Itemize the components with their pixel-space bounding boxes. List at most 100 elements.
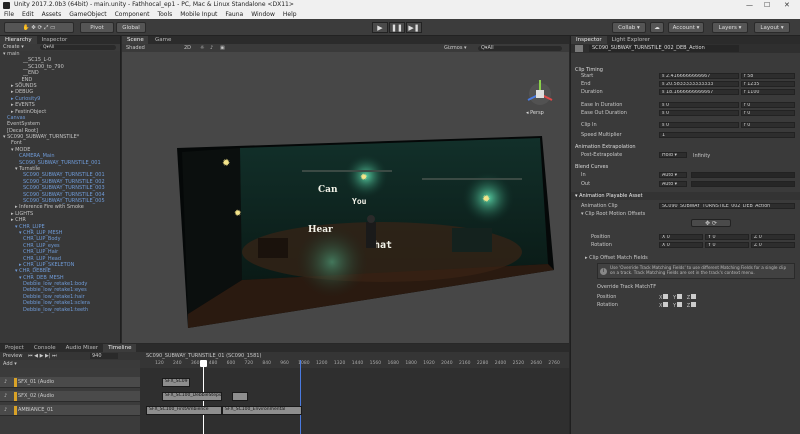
playhead-handle[interactable]	[200, 360, 207, 367]
checkbox-x[interactable]	[663, 302, 669, 307]
playable-asset-header-bar[interactable]: ▾ Animation Playable Asset	[571, 192, 800, 200]
tab-console[interactable]: Console	[29, 344, 61, 352]
frame-input[interactable]: 940	[90, 353, 118, 359]
clip-root-motion-header[interactable]: ▾ Clip Root Motion Offsets	[581, 211, 645, 217]
tab-project[interactable]: Project	[0, 344, 29, 352]
effects-toggle-icon[interactable]: ▣	[220, 44, 225, 52]
duration-seconds-field[interactable]: s 18.1666666666667	[659, 89, 739, 95]
menu-gameobject[interactable]: GameObject	[69, 10, 106, 19]
rotate-offset-icon[interactable]: ⟳	[712, 220, 717, 227]
perspective-label[interactable]: ◂ Persp	[526, 110, 544, 116]
speed-multiplier-field[interactable]: 1	[659, 132, 795, 138]
pause-button[interactable]: ❚❚	[389, 22, 405, 33]
create-dropdown[interactable]: Create ▾	[3, 44, 24, 50]
2d-toggle[interactable]: 2D	[184, 44, 191, 52]
light-gizmo-icon[interactable]: ✹	[360, 173, 368, 183]
tab-light-explorer[interactable]: Light Explorer	[607, 36, 655, 44]
checkbox-z[interactable]	[691, 294, 697, 299]
offset-tools[interactable]: ✥ ⟳	[691, 219, 731, 227]
light-gizmo-icon[interactable]: ✹	[222, 158, 230, 169]
step-button[interactable]: ▶❚	[406, 22, 422, 33]
timeline-play-icon[interactable]: ▶	[40, 353, 44, 359]
last-frame-icon[interactable]: ⏭	[52, 353, 57, 359]
tab-inspector[interactable]: Inspector	[571, 36, 607, 44]
rotate-tool-icon[interactable]: ⟳	[38, 25, 43, 31]
blend-out-curve[interactable]	[691, 181, 795, 187]
clip-offset-match-header[interactable]: ▸ Clip Offset Match Fields	[585, 255, 648, 261]
offset-rotation-y[interactable]: Y 0	[705, 242, 749, 248]
scale-tool-icon[interactable]: ⤢	[44, 25, 48, 31]
duration-frames-field[interactable]: f 1100	[741, 89, 795, 95]
checkbox-x[interactable]	[663, 294, 669, 299]
offset-rotation-z[interactable]: Z 0	[751, 242, 795, 248]
track-header[interactable]: ♪ SFX_01 (Audio	[0, 377, 140, 388]
post-extrapolate-dropdown[interactable]: Hold ▾	[659, 152, 687, 158]
offset-position-y[interactable]: Y 0	[705, 234, 749, 240]
gizmos-dropdown[interactable]: Gizmos ▾	[444, 44, 467, 52]
menu-file[interactable]: File	[4, 10, 14, 19]
prev-frame-icon[interactable]: ◀	[34, 353, 38, 359]
blend-out-dropdown[interactable]: Auto ▾	[659, 181, 687, 187]
tab-audio-mixer[interactable]: Audio Mixer	[61, 344, 103, 352]
clip-in-seconds-field[interactable]: s 0	[659, 122, 739, 128]
play-button[interactable]: ▶	[372, 22, 388, 33]
menu-window[interactable]: Window	[251, 10, 275, 19]
cloud-button[interactable]: ☁	[650, 22, 664, 33]
checkbox-y[interactable]	[677, 302, 683, 307]
tab-game[interactable]: Game	[150, 36, 176, 44]
light-gizmo-icon[interactable]: ✹	[482, 194, 490, 205]
menu-fauna[interactable]: Fauna	[225, 10, 243, 19]
move-tool-icon[interactable]: ✥	[31, 25, 36, 31]
offset-position-z[interactable]: Z 0	[751, 234, 795, 240]
ease-out-seconds-field[interactable]: s 0	[659, 110, 739, 116]
preview-button[interactable]: Preview	[3, 352, 22, 360]
blend-in-dropdown[interactable]: Auto ▾	[659, 172, 687, 178]
next-frame-icon[interactable]: ▶|	[45, 353, 51, 359]
timeline-clip[interactable]: SFX_SC100_FirstAmbience	[146, 406, 222, 415]
checkbox-z[interactable]	[691, 302, 697, 307]
end-frames-field[interactable]: f 1235	[741, 81, 795, 87]
minimize-button[interactable]: —	[746, 0, 753, 10]
menu-assets[interactable]: Assets	[42, 10, 62, 19]
timeline-track-area[interactable]	[140, 368, 569, 434]
ease-out-frames-field[interactable]: f 0	[741, 110, 795, 116]
pivot-toggle[interactable]: Pivot	[80, 22, 114, 33]
lighting-toggle-icon[interactable]: ☼	[200, 44, 204, 52]
clip-name-field[interactable]: SC090_SUBWAY_TURNSTILE_002_DEB_Action	[589, 45, 739, 52]
shading-mode-dropdown[interactable]: Shaded	[126, 44, 145, 52]
close-button[interactable]: ✕	[784, 0, 790, 10]
move-offset-icon[interactable]: ✥	[705, 220, 710, 227]
start-frames-field[interactable]: f 58	[741, 73, 795, 79]
menu-component[interactable]: Component	[115, 10, 150, 19]
light-gizmo-icon[interactable]: ✹	[234, 209, 242, 219]
first-frame-icon[interactable]: ⏮	[28, 353, 33, 359]
end-seconds-field[interactable]: s 20.5833333333333	[659, 81, 739, 87]
scene-search-input[interactable]: Q▾All	[478, 45, 562, 51]
layers-dropdown[interactable]: Layers ▾	[712, 22, 748, 33]
global-toggle[interactable]: Global	[116, 22, 146, 33]
transform-tools[interactable]: ✋ ✥ ⟳ ⤢ ▭	[4, 22, 74, 33]
account-dropdown[interactable]: Account ▾	[668, 22, 704, 33]
maximize-button[interactable]: ☐	[764, 0, 770, 10]
tab-inspector-left[interactable]: Inspector	[37, 36, 73, 44]
character-figure[interactable]	[366, 222, 376, 248]
menu-edit[interactable]: Edit	[22, 10, 34, 19]
layout-dropdown[interactable]: Layout ▾	[754, 22, 790, 33]
menu-tools[interactable]: Tools	[157, 10, 172, 19]
start-seconds-field[interactable]: s 2.4166666666667	[659, 73, 739, 79]
timeline-clip[interactable]: SFX_SC100_Environmental	[222, 406, 302, 415]
tab-hierarchy[interactable]: Hierarchy	[0, 36, 37, 44]
track-header[interactable]: ♪ AMBIANCE_01	[0, 405, 140, 416]
timeline-clip[interactable]: SFX_SC09	[162, 378, 190, 387]
timeline-clip[interactable]	[232, 392, 248, 401]
blend-in-curve[interactable]	[691, 172, 795, 178]
ease-in-seconds-field[interactable]: s 0	[659, 102, 739, 108]
clip-in-frames-field[interactable]: f 0	[741, 122, 795, 128]
hand-tool-icon[interactable]: ✋	[23, 25, 30, 31]
collab-dropdown[interactable]: Collab ▾	[612, 22, 646, 33]
hierarchy-search-input[interactable]: Q▾All	[40, 45, 116, 50]
tab-timeline[interactable]: Timeline	[103, 344, 137, 352]
ease-in-frames-field[interactable]: f 0	[741, 102, 795, 108]
rect-tool-icon[interactable]: ▭	[50, 25, 55, 31]
timeline-clip[interactable]: SFX_SC100_DebbieSteps	[162, 392, 222, 401]
